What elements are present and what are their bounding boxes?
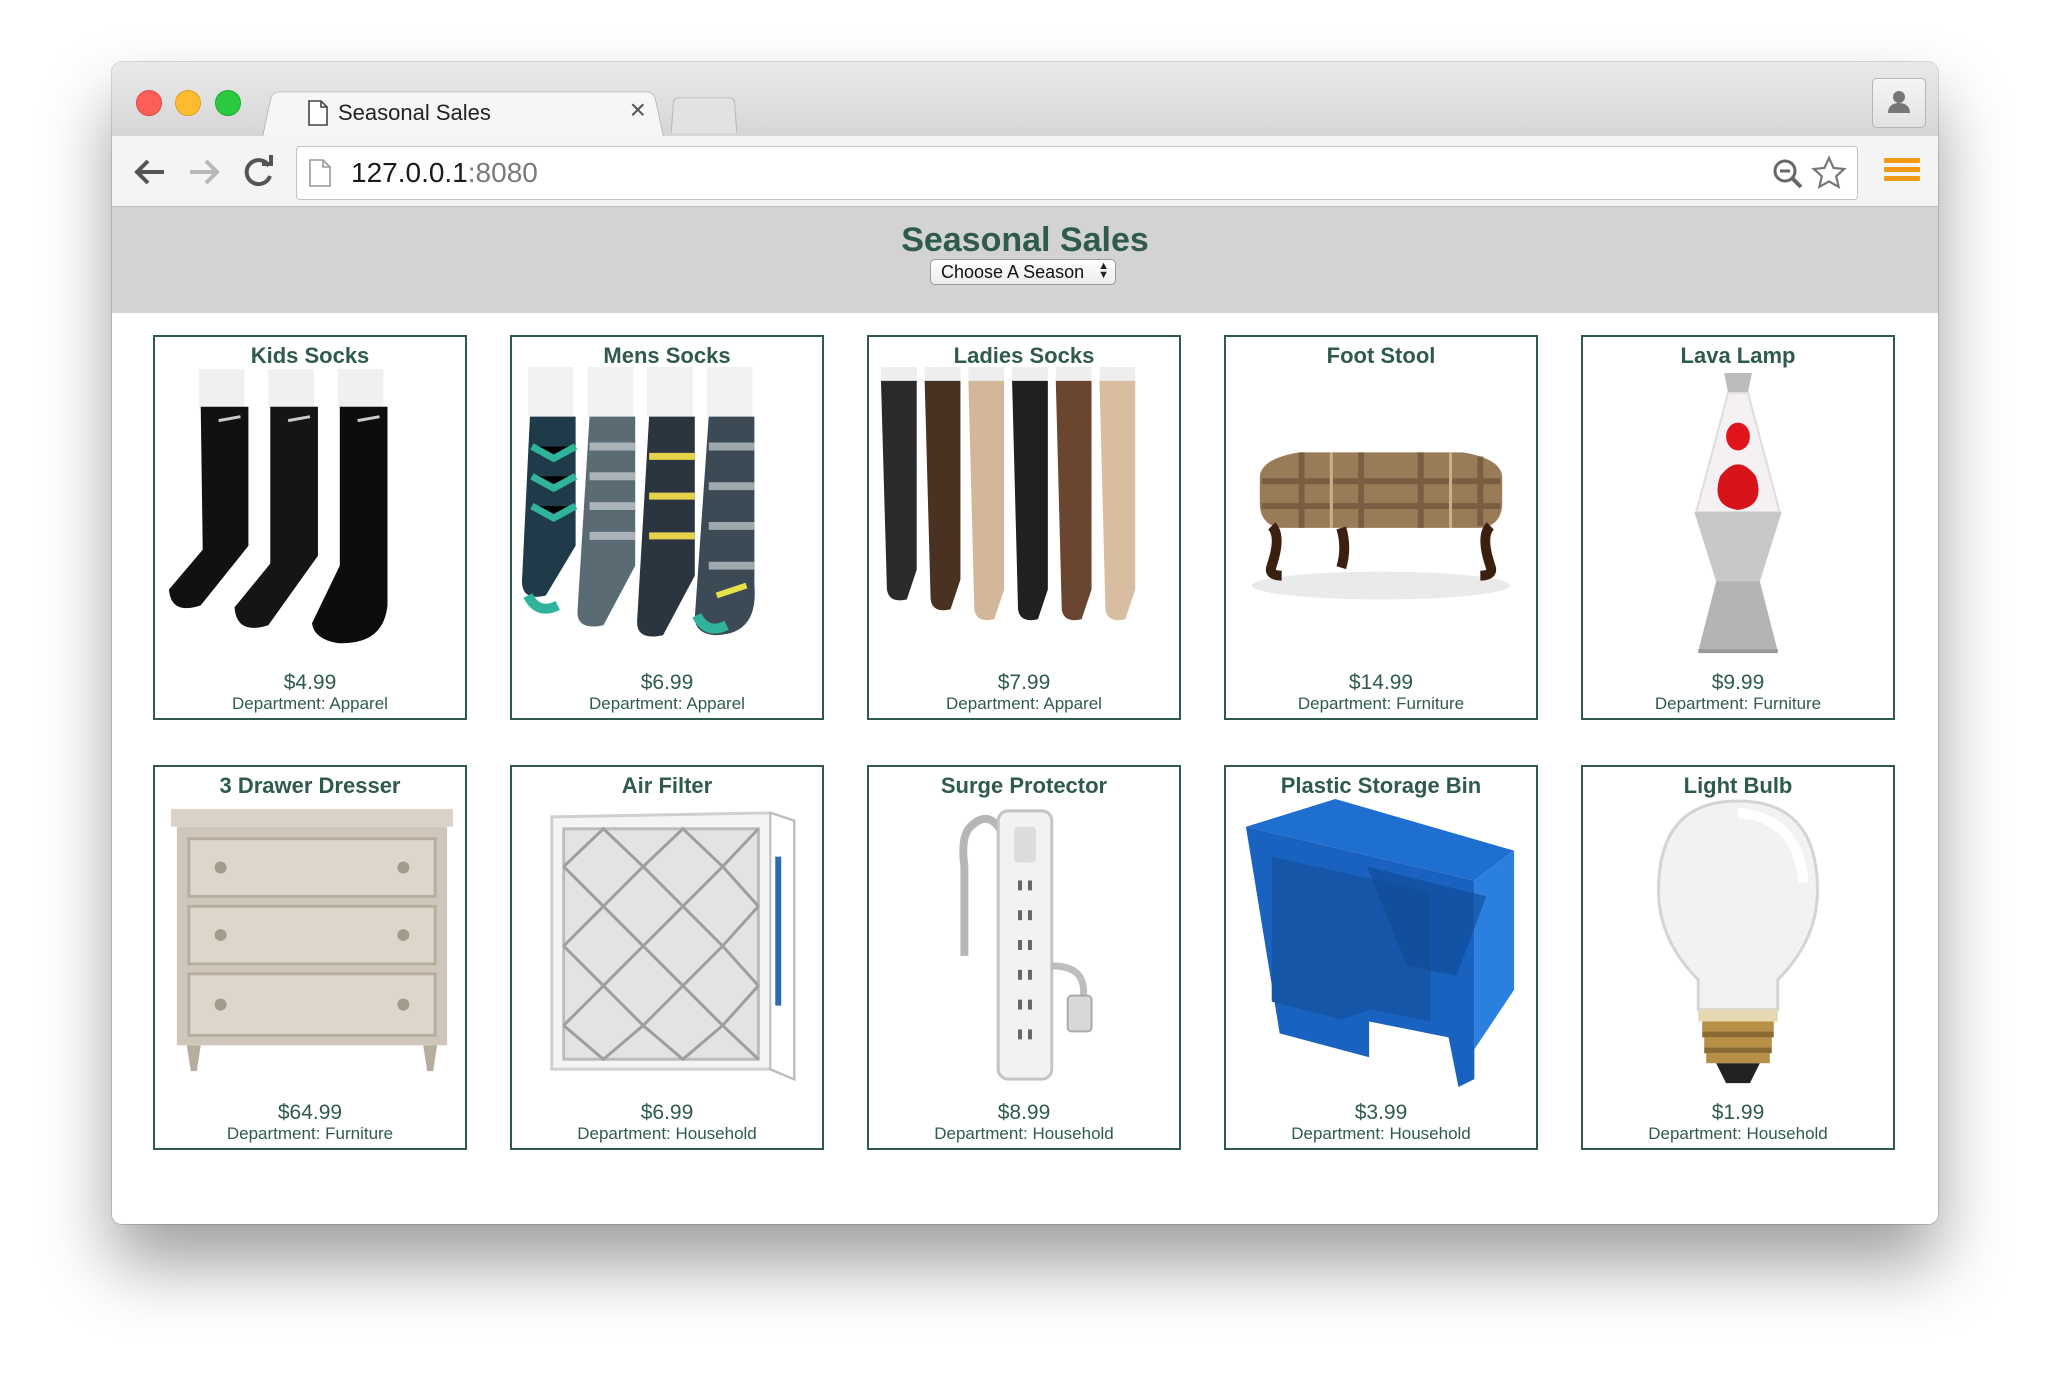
product-price: $9.99: [1711, 671, 1765, 694]
air-filter-image: [550, 811, 796, 1082]
black-socks-image: [168, 368, 388, 644]
browser-window: Seasonal Sales × 127.0.0.1:8080 Seasonal…: [112, 62, 1938, 1224]
tab-title: Seasonal Sales: [338, 100, 491, 125]
season-select-value: Choose A Season: [941, 262, 1085, 282]
product-price: $1.99: [1711, 1101, 1765, 1124]
product-department: Department: Household: [1648, 1124, 1828, 1143]
foot-stool-image: [1251, 452, 1511, 600]
product-name: Foot Stool: [1326, 343, 1436, 368]
dresser-image: [170, 808, 454, 1072]
product-department: Department: Furniture: [226, 1124, 394, 1143]
surge-protector-image: [959, 809, 1093, 1081]
browser-toolbar: 127.0.0.1:8080: [112, 136, 1938, 207]
product-name: Light Bulb: [1683, 773, 1793, 798]
person-icon: [1888, 91, 1910, 113]
storage-bin-image: [1245, 798, 1515, 1088]
back-button[interactable]: [130, 152, 170, 192]
product-department: Department: Furniture: [1297, 694, 1465, 713]
product-price: $4.99: [283, 671, 337, 694]
product-name: Kids Socks: [250, 343, 370, 368]
product-department: Department: Apparel: [232, 694, 388, 713]
light-bulb-image: [1657, 799, 1819, 1084]
product-name: Mens Socks: [603, 343, 731, 368]
product-price: $3.99: [1354, 1101, 1408, 1124]
product-department: Department: Household: [1291, 1124, 1471, 1143]
tab-seasonal-sales[interactable]: Seasonal Sales ×: [294, 90, 654, 136]
season-select[interactable]: Choose A Season ▲ ▼: [930, 259, 1116, 285]
tab-close-button[interactable]: ×: [630, 96, 646, 124]
lava-lamp-image: [1694, 372, 1782, 654]
product-price: $6.99: [640, 1101, 694, 1124]
forward-arrow-icon: [190, 159, 220, 185]
page-header: Seasonal Sales Choose A Season ▲ ▼: [112, 207, 1938, 313]
url-text: 127.0.0.1:8080: [351, 157, 538, 188]
product-department: Department: Apparel: [946, 694, 1102, 713]
zoom-icon[interactable]: [1771, 157, 1805, 196]
product-department: Department: Household: [934, 1124, 1114, 1143]
minimize-window-button[interactable]: [175, 90, 201, 116]
bookmark-star-icon[interactable]: [1811, 155, 1847, 196]
reload-icon: [244, 155, 273, 187]
product-price: $64.99: [277, 1101, 343, 1124]
product-card[interactable]: Kids Socks $4.99 Department: Apparel: [153, 335, 467, 720]
product-card[interactable]: Plastic Storage Bin $3.99 Department: Ho…: [1224, 765, 1538, 1150]
product-card[interactable]: Foot Stool $14.99 Department: Furniture: [1224, 335, 1538, 720]
product-name: Ladies Socks: [953, 343, 1095, 368]
profile-button[interactable]: [1872, 78, 1926, 128]
page-icon: [309, 159, 331, 192]
product-card[interactable]: 3 Drawer Dresser $64.99 Department: Furn…: [153, 765, 467, 1150]
product-name: 3 Drawer Dresser: [219, 773, 401, 798]
address-bar[interactable]: 127.0.0.1:8080: [296, 146, 1858, 200]
product-card[interactable]: Mens Socks $6.99 Department: Apparel: [510, 335, 824, 720]
back-arrow-icon: [134, 159, 164, 185]
product-name: Air Filter: [621, 773, 713, 798]
tab-bar: Seasonal Sales ×: [112, 62, 1938, 137]
new-tab-button[interactable]: [670, 97, 738, 134]
striped-socks-image: [521, 367, 755, 637]
product-card[interactable]: Ladies Socks $7.99 Department: Apparel: [867, 335, 1181, 720]
page-title: Seasonal Sales: [901, 221, 1149, 259]
product-card[interactable]: Surge Protector $8.99 Department: Househ…: [867, 765, 1181, 1150]
product-department: Department: Household: [577, 1124, 757, 1143]
reload-button[interactable]: [238, 152, 278, 192]
browser-menu-button[interactable]: [1884, 154, 1920, 190]
product-price: $7.99: [997, 671, 1051, 694]
product-department: Department: Furniture: [1654, 694, 1822, 713]
ladies-socks-image: [880, 367, 1136, 621]
product-card[interactable]: Air Filter $6.99 Department: Household: [510, 765, 824, 1150]
forward-button[interactable]: [184, 152, 224, 192]
page-content: Seasonal Sales Choose A Season ▲ ▼ Kids S…: [112, 207, 1938, 1224]
document-icon: [308, 100, 328, 131]
product-price: $14.99: [1348, 671, 1414, 694]
product-name: Lava Lamp: [1680, 343, 1796, 368]
product-card[interactable]: Lava Lamp $9.99 Department: Furniture: [1581, 335, 1895, 720]
zoom-window-button[interactable]: [215, 90, 241, 116]
product-price: $6.99: [640, 671, 694, 694]
product-name: Surge Protector: [940, 773, 1108, 798]
product-card[interactable]: Light Bulb $1.99 Department: Household: [1581, 765, 1895, 1150]
product-department: Department: Apparel: [589, 694, 745, 713]
select-arrows-icon: ▲ ▼: [1098, 260, 1109, 281]
close-window-button[interactable]: [136, 90, 162, 116]
product-grid: Kids Socks $4.99 Department: Apparel Men…: [153, 335, 1899, 1150]
product-price: $8.99: [997, 1101, 1051, 1124]
product-name: Plastic Storage Bin: [1280, 773, 1482, 798]
